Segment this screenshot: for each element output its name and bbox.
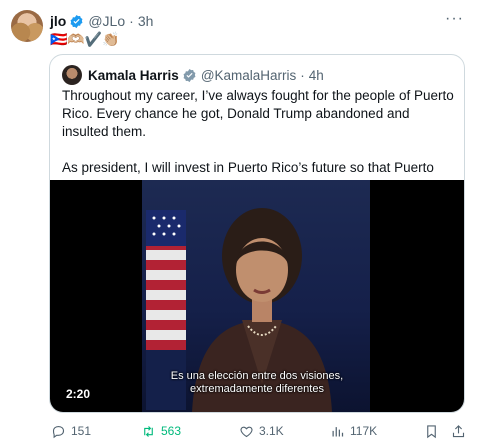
reply-button[interactable]: 151 <box>51 420 91 442</box>
quoted-post-time: 4h <box>308 67 324 83</box>
separator-dot: · <box>129 13 134 29</box>
verified-badge-icon <box>183 68 196 82</box>
author-name[interactable]: jlo <box>50 13 66 29</box>
quoted-author-name: Kamala Harris <box>88 67 179 83</box>
author-avatar[interactable] <box>11 10 43 42</box>
like-button[interactable]: 3.1K <box>239 420 284 442</box>
view-count: 117K <box>350 424 378 438</box>
quoted-post-header: Kamala Harris @KamalaHarris · 4h <box>62 65 324 85</box>
video-subtitle-line-1: Es una elección entre dos visiones, <box>170 370 344 382</box>
repost-icon <box>144 425 153 437</box>
repost-button[interactable]: 563 <box>141 420 181 442</box>
share-button[interactable] <box>451 420 466 442</box>
more-options-icon[interactable]: ··· <box>445 10 464 28</box>
video-player[interactable]: Es una elección entre dos visiones, extr… <box>50 180 464 412</box>
post-time[interactable]: 3h <box>138 13 154 29</box>
quoted-author-handle: @KamalaHarris <box>200 67 297 83</box>
heart-icon <box>240 426 253 437</box>
reply-icon <box>52 425 65 438</box>
share-icon <box>452 424 465 437</box>
views-button[interactable]: 117K <box>330 420 377 442</box>
author-handle[interactable]: @JLo <box>88 13 125 29</box>
bookmark-button[interactable] <box>424 420 439 442</box>
reply-count: 151 <box>71 424 92 438</box>
like-count: 3.1K <box>259 424 284 438</box>
post-header: jlo @JLo · 3h <box>50 12 153 30</box>
video-duration: 2:20 <box>66 387 91 401</box>
quoted-author-avatar <box>62 65 82 85</box>
post-text: 🇵🇷🫶🏼✔️👏🏼 <box>50 31 120 47</box>
bookmark-icon <box>427 424 436 438</box>
verified-badge-icon <box>70 14 83 28</box>
quoted-paragraph-1: Throughout my career, I’ve always fought… <box>62 88 454 139</box>
action-bar: 151 563 3.1K 117K <box>0 420 480 442</box>
repost-count: 563 <box>161 424 182 438</box>
analytics-icon <box>332 426 344 436</box>
video-subtitle-line-2: extremadamente diferentes <box>190 383 324 395</box>
separator-dot: · <box>300 67 305 83</box>
post[interactable]: jlo @JLo · 3h ··· 🇵🇷🫶🏼✔️👏🏼 Kamala Harris… <box>0 0 480 446</box>
quoted-post[interactable]: Kamala Harris @KamalaHarris · 4h Through… <box>49 54 465 413</box>
